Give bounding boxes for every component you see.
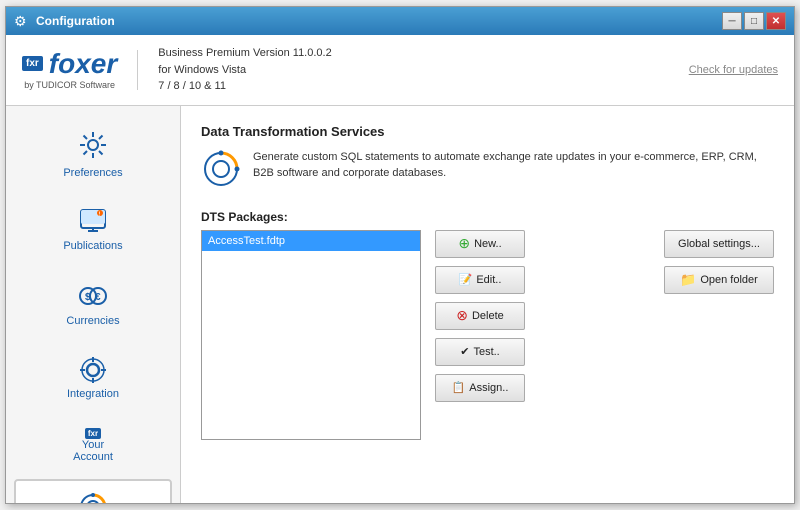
global-settings-button[interactable]: Global settings... bbox=[664, 230, 774, 258]
svg-text:€: € bbox=[95, 292, 101, 303]
integration-icon bbox=[78, 355, 108, 388]
section-description: Generate custom SQL statements to automa… bbox=[201, 149, 774, 192]
version-line3: 7 / 8 / 10 & 11 bbox=[158, 78, 331, 95]
test-icon: ✔ bbox=[460, 345, 469, 358]
logo-byline: by TUDICOR Software bbox=[24, 80, 115, 90]
version-info: Business Premium Version 11.0.0.2 for Wi… bbox=[158, 45, 331, 95]
sidebar-item-dts[interactable]: DTS bbox=[14, 479, 172, 504]
open-folder-button[interactable]: 📁 Open folder bbox=[664, 266, 774, 294]
title-bar: ⚙ Configuration ─ □ ✕ bbox=[6, 7, 794, 35]
edit-icon: 📝 bbox=[459, 273, 473, 286]
dts-section-icon bbox=[201, 149, 241, 192]
title-bar-controls: ─ □ ✕ bbox=[722, 12, 786, 30]
main-area: Preferences ! Publications bbox=[6, 106, 794, 504]
sidebar-item-label-integration: Integration bbox=[67, 388, 119, 400]
dts-packages-label: DTS Packages: bbox=[201, 210, 774, 224]
new-button[interactable]: ⊕ New.. bbox=[435, 230, 525, 258]
logo-text: foxer bbox=[49, 50, 117, 78]
sidebar-item-label-currencies: Currencies bbox=[66, 315, 119, 327]
currencies-icon: $ € bbox=[77, 280, 109, 315]
section-title: Data Transformation Services bbox=[201, 124, 774, 139]
sidebar: Preferences ! Publications bbox=[6, 106, 181, 504]
edit-button[interactable]: 📝 Edit.. bbox=[435, 266, 525, 294]
sidebar-item-label-publications: Publications bbox=[63, 240, 122, 252]
window-icon: ⚙ bbox=[14, 13, 30, 29]
delete-icon: ⊗ bbox=[456, 307, 468, 324]
sidebar-item-integration[interactable]: Integration bbox=[14, 343, 172, 412]
window-title: Configuration bbox=[36, 14, 722, 28]
sidebar-item-publications[interactable]: ! Publications bbox=[14, 195, 172, 264]
content-area: Data Transformation Services Generate cu… bbox=[181, 106, 794, 504]
version-line2: for Windows Vista bbox=[158, 62, 331, 79]
preferences-icon bbox=[78, 130, 108, 167]
publications-icon: ! bbox=[78, 207, 108, 240]
sidebar-item-currencies[interactable]: $ € Currencies bbox=[14, 268, 172, 339]
check-updates-link[interactable]: Check for updates bbox=[689, 64, 778, 76]
folder-icon: 📁 bbox=[680, 272, 696, 288]
sidebar-item-label-preferences: Preferences bbox=[63, 167, 122, 179]
minimize-button[interactable]: ─ bbox=[722, 12, 742, 30]
new-icon: ⊕ bbox=[458, 235, 470, 252]
version-line1: Business Premium Version 11.0.0.2 bbox=[158, 45, 331, 62]
package-list[interactable]: AccessTest.fdtp bbox=[201, 230, 421, 440]
sidebar-item-preferences[interactable]: Preferences bbox=[14, 118, 172, 191]
account-icon: fxr bbox=[85, 428, 101, 439]
section-description-text: Generate custom SQL statements to automa… bbox=[253, 149, 774, 182]
test-button[interactable]: ✔ Test.. bbox=[435, 338, 525, 366]
dts-main: AccessTest.fdtp ⊕ New.. 📝 Edit.. ⊗ Delet… bbox=[201, 230, 774, 440]
sidebar-item-label-account: YourAccount bbox=[73, 439, 113, 463]
main-window: ⚙ Configuration ─ □ ✕ fxr foxer by TUDIC… bbox=[5, 6, 795, 504]
close-button[interactable]: ✕ bbox=[766, 12, 786, 30]
delete-button[interactable]: ⊗ Delete bbox=[435, 302, 525, 330]
action-buttons: ⊕ New.. 📝 Edit.. ⊗ Delete ✔ Test.. bbox=[435, 230, 525, 440]
header: fxr foxer by TUDICOR Software Business P… bbox=[6, 35, 794, 106]
logo-area: fxr foxer by TUDICOR Software Business P… bbox=[22, 45, 332, 95]
maximize-button[interactable]: □ bbox=[744, 12, 764, 30]
assign-icon: 📋 bbox=[452, 381, 466, 394]
assign-button[interactable]: 📋 Assign.. bbox=[435, 374, 525, 402]
package-list-item[interactable]: AccessTest.fdtp bbox=[202, 231, 420, 251]
sidebar-item-account[interactable]: fxr YourAccount bbox=[14, 416, 172, 475]
dts-icon bbox=[77, 491, 109, 504]
logo-prefix: fxr bbox=[22, 56, 43, 71]
